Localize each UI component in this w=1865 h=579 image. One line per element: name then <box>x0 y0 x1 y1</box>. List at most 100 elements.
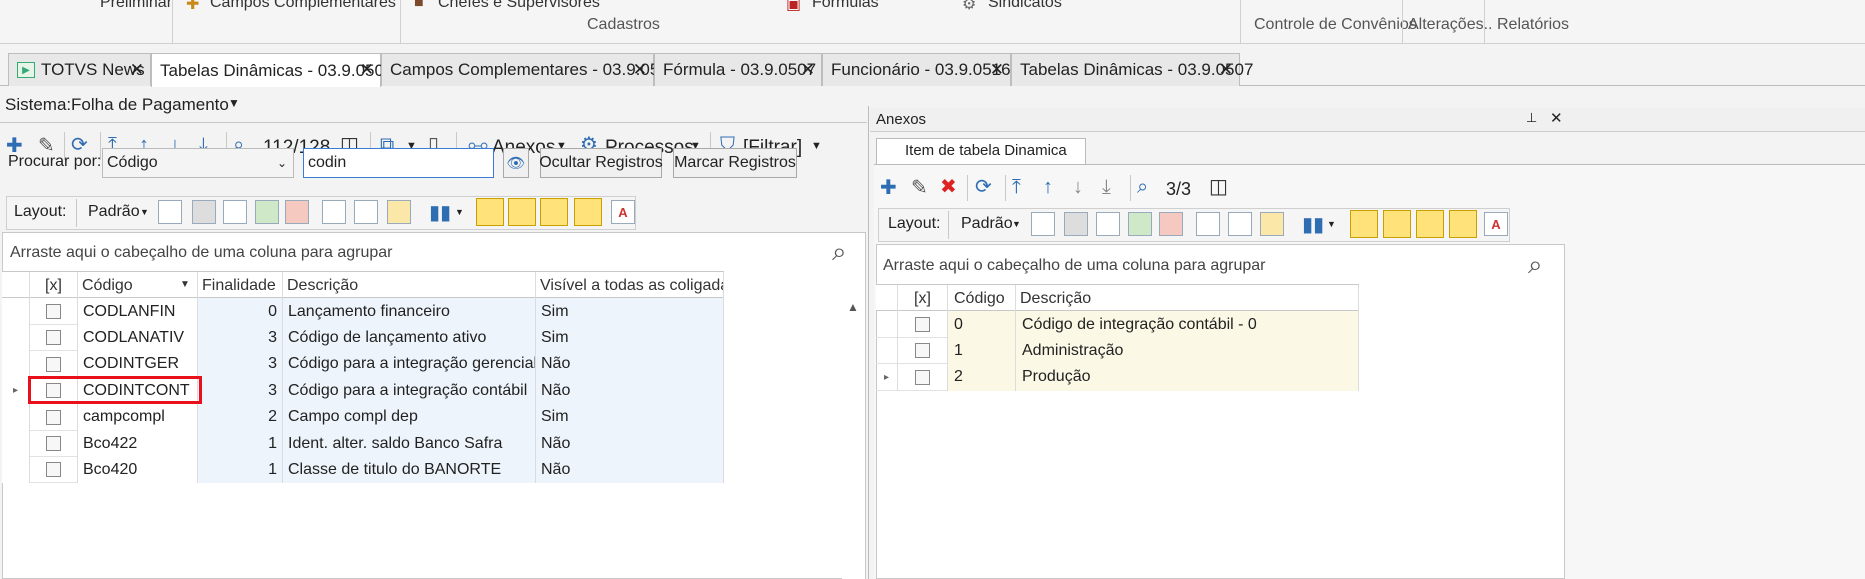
chart-icon[interactable]: ▮▮ <box>429 200 451 225</box>
close-icon[interactable]: ✕ <box>360 60 374 80</box>
prev-record-icon[interactable]: ↑ <box>1043 177 1053 197</box>
ribbon-item-sindicatos[interactable]: Sindicatos <box>988 0 1062 12</box>
col-check[interactable]: [x] <box>898 285 948 312</box>
chevron-down-icon[interactable]: ▼ <box>811 140 822 152</box>
hide-records-button[interactable]: Ocultar Registros <box>539 148 663 178</box>
tab-tabelas-dinamicas[interactable]: Tabelas Dinâmicas - 03.9.0507 ✕ <box>151 53 393 87</box>
layout-format-icon[interactable] <box>1260 212 1284 236</box>
layout-view3-icon[interactable] <box>540 198 568 226</box>
col-descricao[interactable]: Descrição <box>283 272 536 299</box>
chevron-down-icon[interactable]: ▼ <box>1012 219 1021 229</box>
chevron-down-icon[interactable]: ▼ <box>455 207 464 217</box>
col-finalidade[interactable]: Finalidade <box>198 272 283 299</box>
layout-view2-icon[interactable] <box>508 198 536 226</box>
layout-delete-icon[interactable] <box>192 200 216 224</box>
layout-grid-icon[interactable] <box>1096 212 1120 236</box>
tab-formula[interactable]: Fórmula - 03.9.0507 ✕ <box>654 53 822 86</box>
close-icon[interactable]: ✕ <box>1219 60 1233 80</box>
mark-records-button[interactable]: Marcar Registros <box>673 148 797 178</box>
scroll-up-icon[interactable]: ▲ <box>847 300 859 314</box>
row-checkbox[interactable] <box>46 462 61 478</box>
ribbon-item-chefes[interactable]: Chefes e Supervisores <box>438 0 600 12</box>
chevron-down-icon[interactable]: ▼ <box>1327 219 1336 229</box>
layout-select[interactable]: Padrão <box>961 215 1013 233</box>
sum-icon[interactable] <box>1228 212 1252 236</box>
row-checkbox[interactable] <box>46 436 61 451</box>
layout-select[interactable]: Padrão <box>88 203 140 221</box>
columns-icon[interactable]: ◫ <box>1209 177 1228 197</box>
layout-view4-icon[interactable] <box>574 198 602 226</box>
row-checkbox[interactable] <box>46 304 61 319</box>
layout-import-icon[interactable] <box>255 200 279 224</box>
next-record-icon[interactable]: ↓ <box>1073 177 1083 197</box>
close-icon[interactable]: ✕ <box>1550 109 1563 127</box>
col-visivel[interactable]: Visível a todas as coligadas <box>536 272 724 299</box>
close-icon[interactable]: ✕ <box>801 60 815 80</box>
binoculars-icon[interactable]: 👁 <box>503 148 529 178</box>
ribbon-item-preliminar[interactable]: Preliminar <box>100 0 172 12</box>
tab-campos-complementares[interactable]: Campos Complementares - 03.9.0507 ✕ <box>381 53 678 86</box>
font-icon[interactable]: A <box>611 200 635 224</box>
col-codigo[interactable]: Código <box>948 285 1016 312</box>
subtab-item[interactable]: Item de tabela Dinamica <box>876 138 1086 164</box>
row-checkbox[interactable] <box>46 330 61 346</box>
add-icon[interactable]: ✚ <box>880 178 897 198</box>
search-icon[interactable]: ⌕ <box>1137 177 1148 197</box>
last-record-icon[interactable]: ⤓ <box>1102 177 1111 197</box>
table-row[interactable]: CODLANFIN 0 Lançamento financeiro Sim <box>2 298 724 325</box>
row-checkbox[interactable] <box>46 409 61 425</box>
refresh-icon[interactable]: ⟳ <box>975 177 992 197</box>
layout-export-icon[interactable] <box>1159 212 1183 236</box>
table-row[interactable]: 1 Administração <box>876 337 1359 365</box>
table-row[interactable]: 0 Código de integração contábil - 0 <box>876 311 1359 338</box>
layout-filter-icon[interactable] <box>1196 212 1220 236</box>
layout-view3-icon[interactable] <box>1416 210 1444 238</box>
chevron-down-icon[interactable]: ▼ <box>140 207 149 217</box>
layout-import-icon[interactable] <box>1128 212 1152 236</box>
font-icon[interactable]: A <box>1484 212 1508 236</box>
sistema-select[interactable]: Folha de Pagamento <box>71 95 229 115</box>
layout-save-icon[interactable] <box>1031 212 1055 236</box>
tab-totvs-news[interactable]: ▶ TOTVS News ✕ <box>8 53 151 86</box>
refresh-icon[interactable]: ⟳ <box>71 135 88 155</box>
tab-tabelas-dinamicas-2[interactable]: Tabelas Dinâmicas - 03.9.0507 ✕ <box>1011 53 1253 86</box>
search-icon[interactable]: ⌕ <box>832 236 847 268</box>
table-row[interactable]: Bco422 1 Ident. alter. saldo Banco Safra Nã… <box>2 430 724 457</box>
table-row[interactable]: Bco420 1 Classe de titulo do BANORTE Não <box>2 456 724 484</box>
delete-icon[interactable]: ✖ <box>940 177 957 197</box>
layout-view1-icon[interactable] <box>476 198 504 226</box>
chevron-down-icon[interactable]: ▼ <box>228 96 240 110</box>
row-checkbox[interactable] <box>46 356 61 372</box>
layout-filter-icon[interactable] <box>322 200 346 224</box>
layout-export-icon[interactable] <box>285 200 309 224</box>
layout-view4-icon[interactable] <box>1449 210 1477 238</box>
close-icon[interactable]: ✕ <box>633 60 647 80</box>
layout-format-icon[interactable] <box>387 200 411 224</box>
layout-view1-icon[interactable] <box>1350 210 1378 238</box>
row-checkbox[interactable] <box>915 343 930 359</box>
layout-view2-icon[interactable] <box>1383 210 1411 238</box>
search-input[interactable]: codin <box>303 148 494 178</box>
layout-delete-icon[interactable] <box>1064 212 1088 236</box>
chart-icon[interactable]: ▮▮ <box>1302 212 1324 237</box>
ribbon-item-formulas[interactable]: Fórmulas <box>812 0 879 12</box>
tab-funcionario[interactable]: Funcionário - 03.9.0516 ✕ <box>822 53 1011 86</box>
sum-icon[interactable] <box>354 200 378 224</box>
table-row[interactable]: ▸ 2 Produção <box>876 363 1359 391</box>
layout-save-icon[interactable] <box>158 200 182 224</box>
edit-icon[interactable]: ✎ <box>911 178 928 198</box>
search-icon[interactable]: ⌕ <box>1528 249 1543 281</box>
left-scrollbar[interactable]: ▲ <box>842 298 865 579</box>
row-checkbox[interactable] <box>915 317 930 332</box>
table-row[interactable]: campcompl 2 Campo compl dep Sim <box>2 403 724 431</box>
first-record-icon[interactable]: ⤒ <box>1012 177 1021 197</box>
pin-icon[interactable]: ⊥ <box>1526 110 1537 126</box>
close-icon[interactable]: ✕ <box>990 60 1004 80</box>
close-icon[interactable]: ✕ <box>130 60 144 80</box>
row-checkbox[interactable] <box>915 369 930 385</box>
ribbon-item-campos-complementares[interactable]: Campos Complementares <box>210 0 396 12</box>
col-check[interactable]: [x] <box>30 272 78 299</box>
search-field-select[interactable]: Código ⌄ <box>102 148 294 178</box>
layout-grid-icon[interactable] <box>223 200 247 224</box>
table-row[interactable]: CODINTGER 3 Código para a integração geren… <box>2 350 724 378</box>
